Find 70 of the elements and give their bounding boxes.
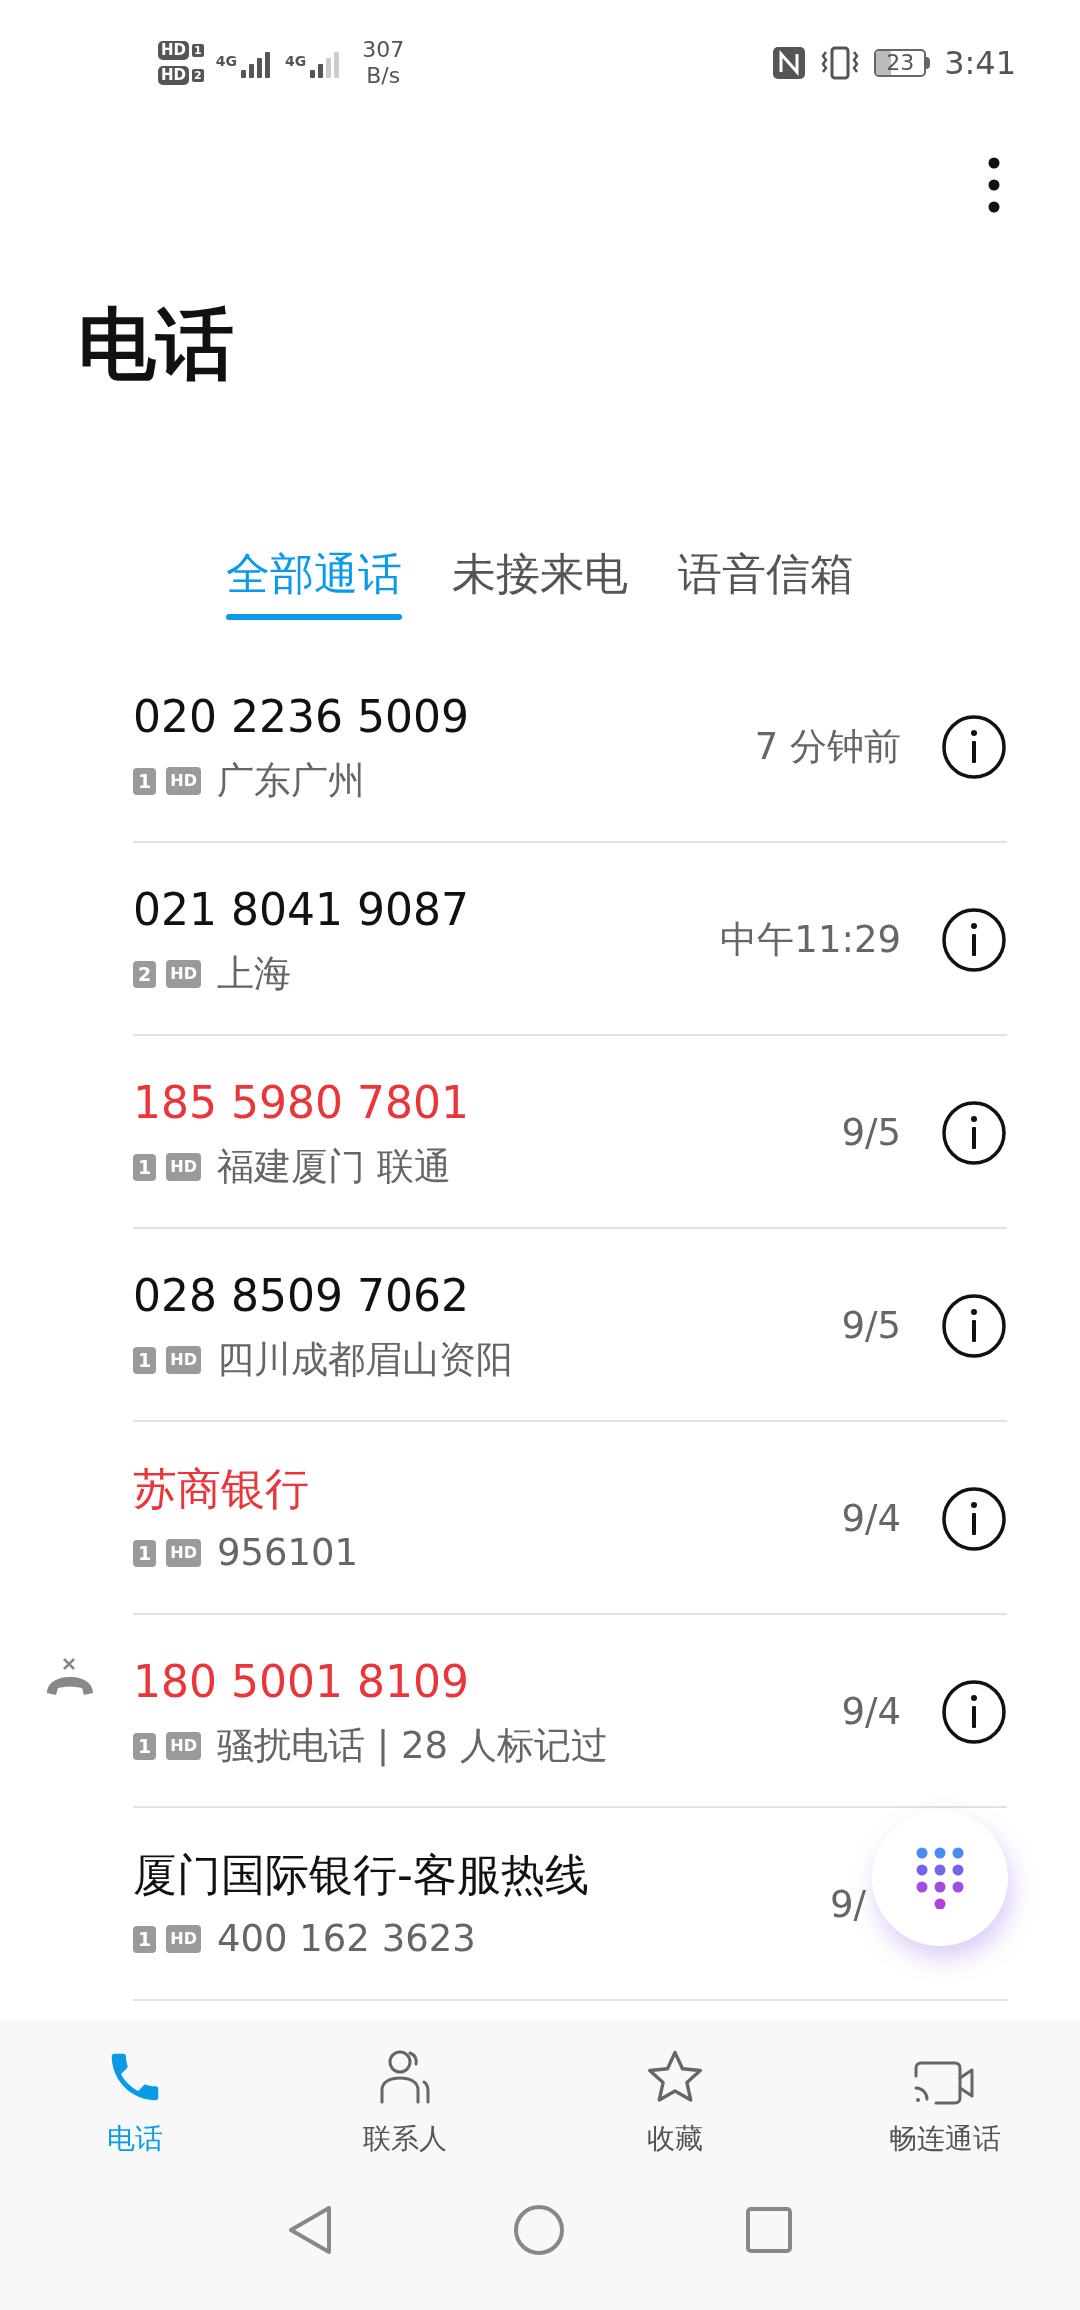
call-time: 9/4 (841, 1495, 901, 1542)
sim-slot-badge: 1 (133, 1153, 157, 1181)
sim-slot-badge: 1 (133, 1539, 157, 1567)
info-icon[interactable] (941, 1485, 1007, 1552)
nav-tab[interactable]: 畅连通话 (810, 2042, 1080, 2160)
call-detail: 上海 (216, 950, 291, 997)
tab[interactable]: 语音信箱 (678, 548, 854, 620)
hd-badge: HD (166, 1539, 201, 1567)
caller-name: 028 8509 7062 (133, 1268, 470, 1323)
call-row[interactable]: 苏商银行 1 HD 956101 9/4 (0, 1422, 1080, 1615)
sim-slot-badge: 1 (133, 1925, 157, 1953)
caller-name: 185 5980 7801 (133, 1075, 470, 1130)
call-detail: 四川成都眉山资阳 (216, 1336, 513, 1383)
hd-badge: HD (166, 1732, 201, 1760)
network-type: 4G (215, 53, 237, 68)
call-row[interactable]: 020 2236 5009 1 HD 广东广州 7 分钟前 (0, 650, 1080, 843)
call-time: 9/ (830, 1881, 866, 1928)
hd-badge: HD (166, 1153, 201, 1181)
dialpad-icon (916, 1847, 964, 1909)
call-row[interactable]: 028 8509 7062 1 HD 四川成都眉山资阳 9/5 (0, 1229, 1080, 1422)
network-type: 4G (284, 53, 307, 68)
call-row[interactable]: 185 5980 7801 1 HD 福建厦门 联通 9/5 (0, 1036, 1080, 1229)
hd-badge: HD (166, 767, 201, 795)
nav-tab[interactable]: 联系人 (270, 2042, 540, 2160)
hd-badge: HD (166, 1346, 201, 1374)
info-icon[interactable] (941, 1678, 1007, 1745)
call-time: 7 分钟前 (754, 723, 901, 770)
call-detail: 骚扰电话 | 28 人标记过 (216, 1722, 608, 1769)
caller-name: 厦门国际银行-客服热线 (133, 1847, 590, 1902)
sim-slot-badge: 2 (192, 68, 204, 82)
call-detail: 400 162 3623 (216, 1915, 476, 1962)
speed-unit: B/s (366, 62, 401, 89)
caller-name: 苏商银行 (133, 1461, 310, 1516)
call-detail: 广东广州 (216, 757, 365, 804)
sim-slot-badge: 2 (133, 960, 157, 988)
network-speed: 307 (362, 36, 405, 63)
call-row[interactable]: 021 8041 9087 2 HD 上海 中午11:29 (0, 843, 1080, 1036)
call-row[interactable]: 180 5001 8109 1 HD 骚扰电话 | 28 人标记过 9/4 (0, 1615, 1080, 1808)
recents-icon[interactable] (745, 2206, 793, 2254)
caller-name: 021 8041 9087 (133, 882, 470, 937)
page-title: 电话 (78, 305, 234, 383)
home-icon[interactable] (513, 2204, 565, 2256)
nfc-icon (772, 45, 807, 80)
sim-slot-badge: 1 (133, 1732, 157, 1760)
clock: 3:41 (944, 42, 1016, 84)
back-icon[interactable] (287, 2204, 333, 2256)
hd-badge: HD (166, 1925, 201, 1953)
info-icon[interactable] (941, 1099, 1007, 1166)
hd-badge: HD (166, 960, 201, 988)
sim-slot-badge: 1 (133, 767, 157, 795)
tab[interactable]: 未接来电 (452, 548, 628, 620)
info-icon[interactable] (941, 906, 1007, 973)
sim-slot-badge: 1 (133, 1346, 157, 1374)
caller-name: 180 5001 8109 (133, 1654, 470, 1709)
call-time: 9/5 (841, 1302, 901, 1349)
more-options-icon[interactable] (988, 157, 1000, 213)
sim-slot-badge: 1 (192, 43, 204, 57)
call-detail: 956101 (216, 1529, 359, 1576)
info-icon[interactable] (941, 1292, 1007, 1359)
call-time: 中午11:29 (720, 916, 901, 963)
vibrate-icon (820, 45, 861, 80)
call-time: 9/4 (841, 1688, 901, 1735)
nav-tab[interactable]: 收藏 (540, 2042, 810, 2160)
caller-name: 020 2236 5009 (133, 689, 470, 744)
call-time: 9/5 (841, 1109, 901, 1156)
hd-badge: HD (158, 65, 189, 85)
call-detail: 福建厦门 联通 (216, 1143, 451, 1190)
hd-badge: HD (158, 40, 189, 60)
battery-level: 23 (886, 51, 915, 74)
info-icon[interactable] (941, 713, 1007, 780)
